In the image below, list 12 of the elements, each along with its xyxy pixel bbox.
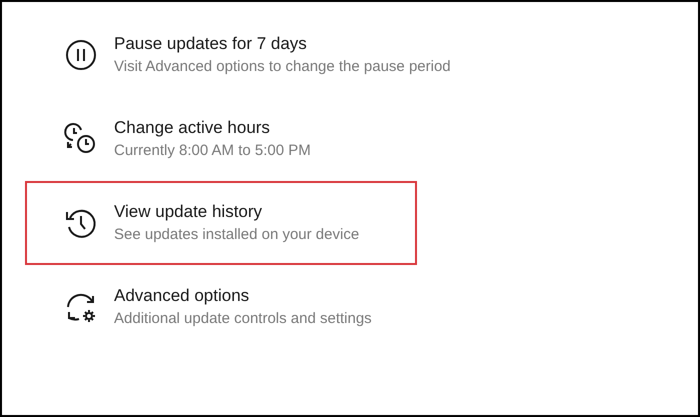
item-description: Additional update controls and settings <box>114 309 372 329</box>
menu-item[interactable]: View update history See updates installed on your device <box>25 181 417 265</box>
item-title: Pause updates for 7 days <box>114 33 308 55</box>
item-title: View update history <box>114 201 264 223</box>
item-title: Advanced options <box>114 285 250 307</box>
menu-item[interactable]: Pause updates for 7 days Visit Advanced options to change the pause period <box>25 13 459 97</box>
menu-item[interactable]: Advanced options Additional update controls and settings <box>25 265 417 349</box>
item-description: Visit Advanced options to change the pause period <box>114 57 451 77</box>
item-description: Currently 8:00 AM to 5:00 PM <box>114 141 311 161</box>
item-description: See updates installed on your device <box>114 225 360 245</box>
menu-item[interactable]: Change active hours Currently 8:00 AM to 5:00 PM <box>25 97 417 181</box>
item-title: Change active hours <box>114 117 271 139</box>
